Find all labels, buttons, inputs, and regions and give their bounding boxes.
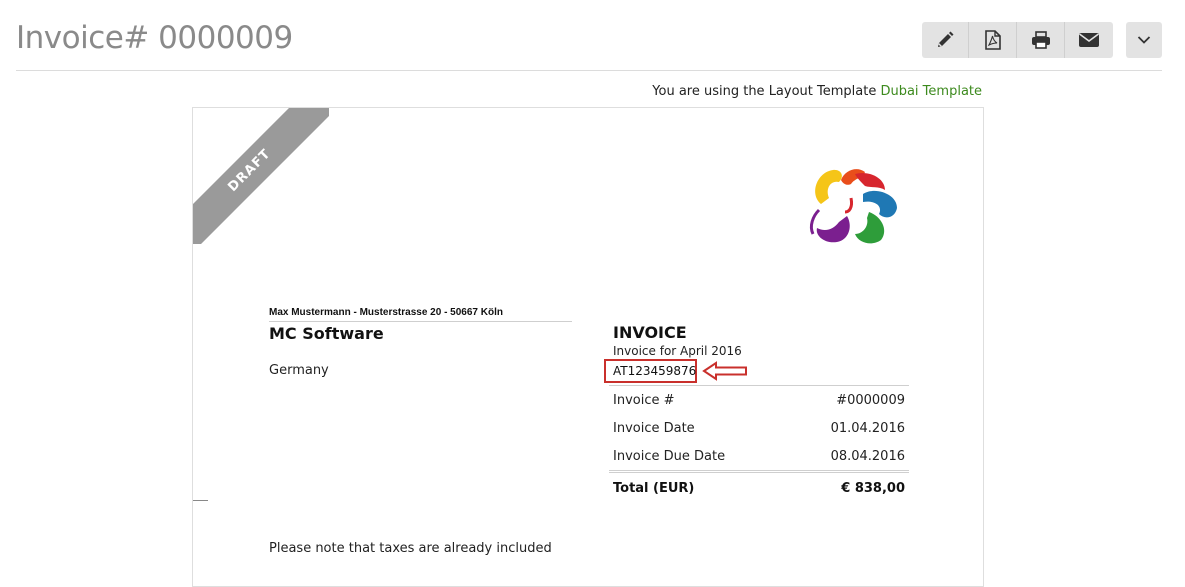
left-arrow-icon — [702, 361, 747, 381]
meta-label: Invoice # — [613, 392, 675, 408]
pencil-icon — [938, 31, 954, 47]
tax-note: Please note that taxes are already inclu… — [269, 541, 552, 556]
draft-ribbon: DRAFT — [193, 108, 329, 244]
template-link[interactable]: Dubai Template — [880, 84, 982, 99]
print-button[interactable] — [1017, 22, 1065, 58]
meta-row-invoice-number: Invoice # #0000009 — [609, 386, 909, 414]
more-options-button[interactable] — [1126, 22, 1162, 58]
print-icon — [1031, 31, 1050, 49]
total-label: Total (EUR) — [613, 480, 695, 496]
invoice-preview: DRAFT Max Mustermann - Musterstrasse 20 … — [192, 107, 984, 587]
edit-button[interactable] — [922, 22, 969, 58]
recipient-name: MC Software — [269, 324, 384, 343]
template-notice: You are using the Layout Template Dubai … — [652, 84, 982, 99]
total-row: Total (EUR) € 838,00 — [609, 473, 909, 503]
pdf-icon — [984, 30, 1001, 50]
envelope-icon — [1079, 33, 1099, 47]
meta-label: Invoice Due Date — [613, 448, 726, 464]
invoice-toolbar — [922, 22, 1113, 58]
invoice-meta-table: Invoice # #0000009 Invoice Date 01.04.20… — [609, 385, 909, 503]
invoice-heading: INVOICE — [613, 323, 687, 342]
recipient-country: Germany — [269, 363, 329, 378]
sender-line: Max Mustermann - Musterstrasse 20 - 5066… — [269, 307, 572, 322]
page-title: Invoice# 0000009 — [16, 20, 293, 56]
meta-row-due-date: Invoice Due Date 08.04.2016 — [609, 442, 909, 473]
header-divider — [16, 70, 1162, 71]
meta-value: 01.04.2016 — [830, 420, 905, 436]
template-notice-text: You are using the Layout Template — [652, 84, 881, 99]
meta-value: 08.04.2016 — [830, 448, 905, 464]
meta-value: #0000009 — [836, 392, 905, 408]
draft-ribbon-label: DRAFT — [193, 108, 329, 244]
vat-id: AT123459876 — [613, 364, 697, 378]
meta-label: Invoice Date — [613, 420, 695, 436]
total-value: € 838,00 — [841, 480, 905, 496]
chevron-down-icon — [1137, 36, 1151, 44]
fold-mark — [193, 500, 208, 501]
pdf-button[interactable] — [969, 22, 1017, 58]
vat-id-highlight: AT123459876 — [604, 359, 697, 383]
email-button[interactable] — [1065, 22, 1113, 58]
company-logo — [809, 169, 897, 244]
invoice-subject: Invoice for April 2016 — [613, 344, 742, 358]
meta-row-invoice-date: Invoice Date 01.04.2016 — [609, 414, 909, 442]
